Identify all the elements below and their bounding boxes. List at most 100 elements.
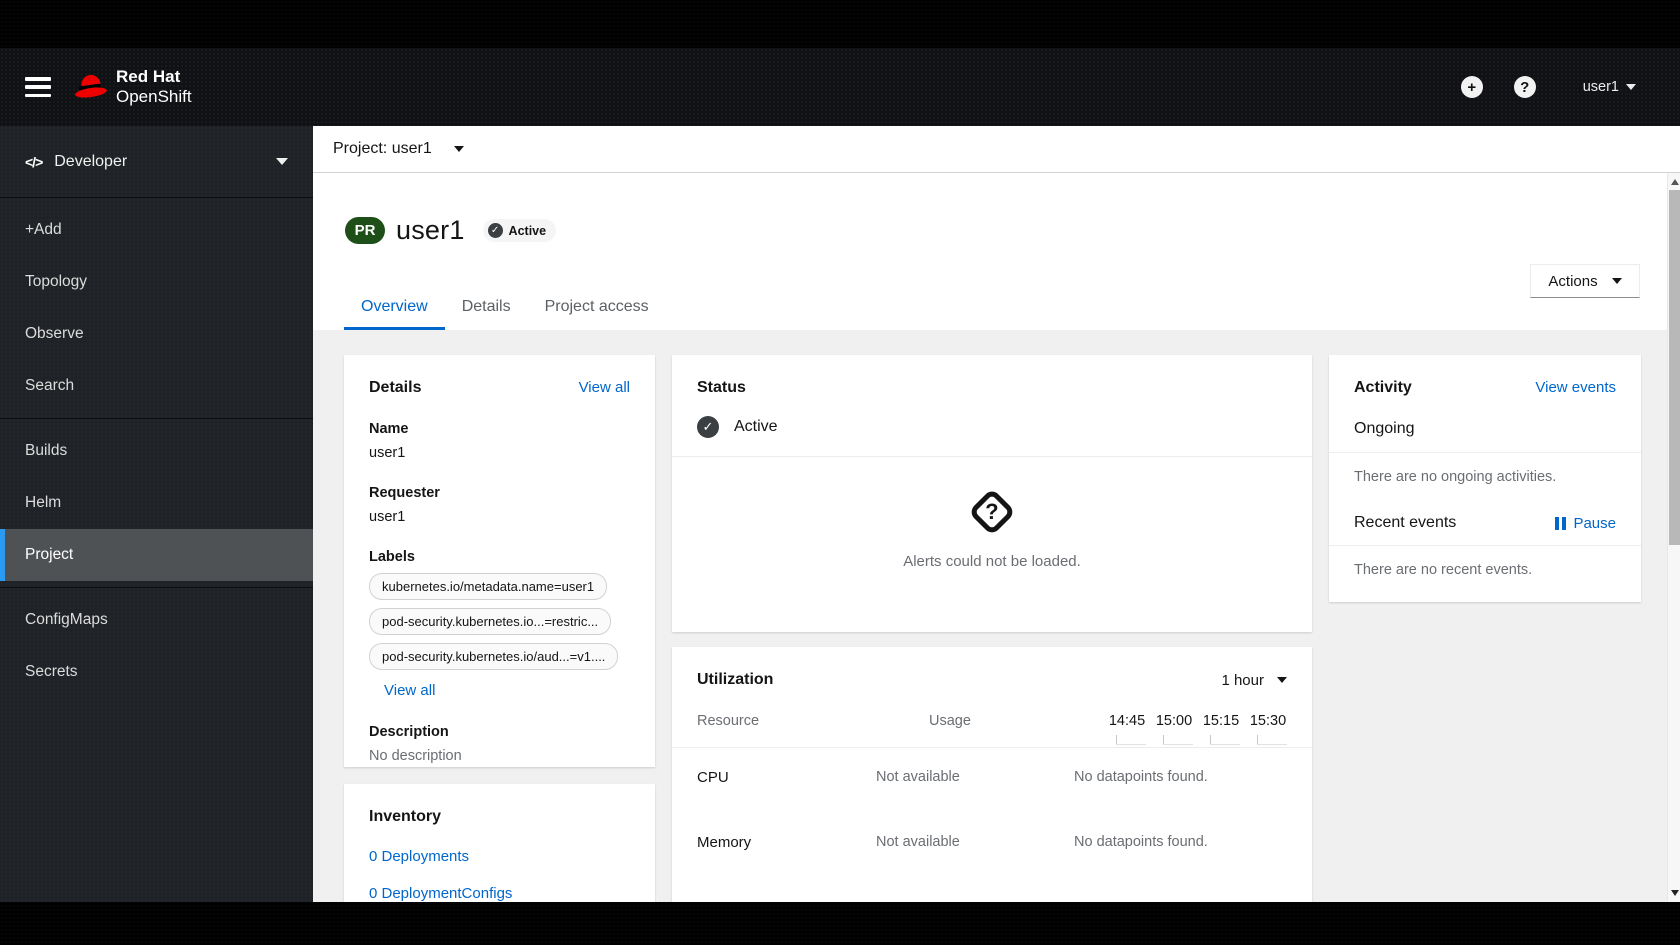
status-badge-label: Active — [508, 223, 547, 238]
project-selector-label: Project: user1 — [333, 140, 432, 157]
sidebar-item-builds[interactable]: Builds — [0, 425, 313, 477]
nav-group-1: +Add Topology Observe Search — [0, 198, 313, 419]
sidebar-item-secrets[interactable]: Secrets — [0, 646, 313, 698]
field-label-requester: Requester — [369, 485, 440, 501]
utilization-row-cpu: CPU Not available No datapoints found. — [697, 769, 1208, 786]
ongoing-heading: Ongoing — [1354, 420, 1415, 437]
status-value: Active — [734, 418, 778, 435]
vertical-scrollbar[interactable] — [1667, 173, 1680, 902]
field-value-name: user1 — [369, 445, 406, 461]
sidebar-item-configmaps[interactable]: ConfigMaps — [0, 594, 313, 646]
field-value-requester: user1 — [369, 509, 406, 525]
code-icon: </> — [25, 153, 43, 170]
utilization-card: Utilization 1 hour Resource Usage 14:45 … — [672, 647, 1312, 902]
time-tick-label: 14:45 — [1108, 713, 1146, 729]
details-card-title: Details — [369, 379, 422, 396]
page-title: user1 — [396, 215, 465, 245]
redhat-hat-icon — [74, 72, 108, 102]
project-resource-badge: PR — [345, 217, 385, 244]
field-label-name: Name — [369, 421, 409, 437]
brand-line1: Red Hat — [116, 67, 181, 86]
scroll-up-arrow[interactable] — [1668, 175, 1680, 189]
redhat-openshift-logo: Red Hat OpenShift — [74, 67, 192, 107]
user-menu[interactable]: user1 — [1583, 79, 1636, 95]
add-plus-circle-icon[interactable]: + — [1460, 76, 1483, 98]
divider — [672, 747, 1312, 748]
chevron-down-icon — [1277, 677, 1287, 683]
recent-events-heading: Recent events — [1354, 514, 1457, 531]
view-events-link[interactable]: View events — [1535, 379, 1616, 396]
nav-group-2: Builds Helm Project — [0, 419, 313, 588]
inventory-card-title: Inventory — [369, 808, 442, 825]
details-card: Details View all Name user1 Requester us… — [344, 355, 655, 767]
duration-select[interactable]: 1 hour — [1221, 672, 1287, 689]
labels-view-all-link[interactable]: View all — [384, 682, 435, 699]
tab-details[interactable]: Details — [445, 288, 528, 330]
status-badge: ✓ Active — [482, 219, 557, 242]
time-tick-label: 15:00 — [1155, 713, 1193, 729]
field-label-description: Description — [369, 724, 449, 740]
label-chip[interactable]: kubernetes.io/metadata.name=user1 — [369, 573, 608, 600]
utilization-row-memory: Memory Not available No datapoints found… — [697, 834, 1208, 851]
sidebar-item-topology[interactable]: Topology — [0, 256, 313, 308]
actions-button-label: Actions — [1548, 272, 1598, 290]
status-card: Status ✓ Active ? Alerts could not be lo… — [672, 355, 1312, 632]
ongoing-empty-message: There are no ongoing activities. — [1354, 469, 1557, 485]
label-chip[interactable]: pod-security.kubernetes.io...=restric... — [369, 608, 612, 635]
utilization-card-title: Utilization — [697, 671, 774, 688]
openshift-console: Red Hat OpenShift + ? user1 </> Develope… — [0, 0, 1680, 945]
perspective-label: Developer — [54, 152, 128, 170]
user-menu-label: user1 — [1582, 79, 1619, 95]
recent-empty-message: There are no recent events. — [1354, 562, 1533, 578]
field-value-description: No description — [369, 748, 462, 764]
help-circle-icon[interactable]: ? — [1513, 76, 1536, 98]
inventory-deploymentconfigs-link[interactable]: 0 DeploymentConfigs — [369, 885, 630, 902]
check-circle-icon: ✓ — [697, 416, 719, 438]
time-axis-ticks — [697, 735, 1287, 745]
inventory-card: Inventory 0 Deployments 0 DeploymentConf… — [344, 784, 655, 902]
page-header: PR user1 ✓ Active Actions Overview Detai… — [313, 173, 1680, 330]
sidebar-item-add[interactable]: +Add — [0, 204, 313, 256]
activity-card: Activity View events Ongoing There are n… — [1329, 355, 1641, 602]
nav-group-3: ConfigMaps Secrets — [0, 588, 313, 704]
perspective-switcher[interactable]: </> Developer — [0, 126, 313, 198]
label-chip[interactable]: pod-security.kubernetes.io/aud...=v1.... — [369, 643, 619, 670]
chevron-down-icon — [276, 158, 288, 165]
brand-line2: OpenShift — [116, 87, 192, 106]
main-content: Project: user1 PR user1 ✓ Active Actions… — [313, 126, 1680, 902]
duration-select-value: 1 hour — [1221, 671, 1264, 689]
chevron-down-icon — [453, 146, 464, 152]
project-selector[interactable]: Project: user1 — [333, 140, 464, 158]
column-header-usage: Usage — [929, 713, 971, 729]
activity-card-title: Activity — [1354, 379, 1412, 396]
check-circle-icon: ✓ — [487, 223, 503, 238]
time-axis: 14:45 15:00 15:15 15:30 — [1108, 713, 1287, 729]
time-tick-label: 15:15 — [1202, 713, 1240, 729]
chevron-down-icon — [1626, 84, 1636, 90]
time-tick-label: 15:30 — [1249, 713, 1287, 729]
sidebar-nav: </> Developer +Add Topology Observe Sear… — [0, 126, 313, 902]
sidebar-item-project[interactable]: Project — [0, 529, 313, 581]
pause-icon — [1555, 516, 1567, 530]
details-view-all-link[interactable]: View all — [579, 379, 630, 396]
scroll-down-arrow[interactable] — [1668, 886, 1680, 900]
pause-button[interactable]: Pause — [1555, 515, 1616, 532]
sidebar-item-search[interactable]: Search — [0, 360, 313, 412]
column-header-resource: Resource — [697, 713, 760, 729]
status-card-title: Status — [697, 379, 746, 396]
project-selector-bar: Project: user1 — [313, 126, 1680, 173]
tab-overview[interactable]: Overview — [344, 288, 445, 330]
masthead: Red Hat OpenShift + ? user1 — [0, 48, 1680, 126]
pause-button-label: Pause — [1573, 514, 1616, 532]
scrollbar-thumb[interactable] — [1669, 190, 1680, 545]
tab-project-access[interactable]: Project access — [528, 288, 666, 330]
sidebar-item-observe[interactable]: Observe — [0, 308, 313, 360]
actions-button[interactable]: Actions — [1530, 264, 1640, 298]
tab-bar: Overview Details Project access — [344, 288, 666, 330]
chevron-down-icon — [1611, 278, 1622, 284]
hamburger-menu-icon[interactable] — [25, 77, 51, 97]
alerts-empty-message: Alerts could not be loaded. — [903, 553, 1081, 570]
sidebar-item-helm[interactable]: Helm — [0, 477, 313, 529]
inventory-deployments-link[interactable]: 0 Deployments — [369, 848, 630, 865]
field-label-labels: Labels — [369, 549, 415, 565]
